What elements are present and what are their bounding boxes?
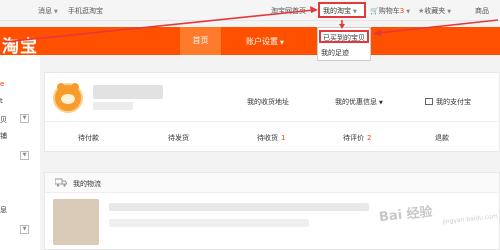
nav-account-settings[interactable]: 账户设置 ▼ [246, 36, 284, 47]
address-link[interactable]: 我的收货地址 [247, 97, 289, 107]
order-status-to-receive[interactable]: 待收货 1 [257, 133, 285, 143]
sidebar-item[interactable]: 铺 [0, 131, 7, 141]
logistics-header: 我的物流 [45, 173, 499, 193]
header: 淘宝 首页 账户设置▼ 消息 [0, 27, 500, 57]
favorites-link[interactable]: ★收藏夹 ▼ [418, 6, 451, 16]
logistics-title: 我的物流 [73, 180, 101, 188]
chevron-down-icon: ▼ [406, 9, 411, 15]
sidebar: e t 贝 ▼ 铺 ▼ 息 ▼ [0, 55, 40, 250]
mobile-link[interactable]: 手机逛淘宝 [68, 6, 103, 16]
taobao-home-link[interactable]: 淘宝网首页 [271, 6, 306, 16]
merchants-link[interactable]: 商品 [475, 6, 489, 16]
sidebar-item[interactable]: e [0, 80, 4, 88]
top-bar: 消息 ▼ 手机逛淘宝 淘宝网首页 我的淘宝 ▼ 🛒购物车3 ▼ ★收藏夹 ▼ 商品 [0, 0, 500, 21]
my-taobao-button[interactable]: 我的淘宝 ▼ [318, 2, 366, 18]
chevron-down-icon: ▼ [353, 9, 357, 15]
sidebar-item[interactable]: t [0, 97, 3, 105]
username-blurred [93, 85, 163, 99]
sidebar-item[interactable]: 息 [0, 205, 7, 215]
account-info-blurred [93, 102, 133, 110]
logistics-info-blurred [109, 219, 309, 227]
sidebar-item[interactable]: 贝 [0, 115, 7, 125]
dropdown-item-footprints[interactable]: 我的足迹 [321, 48, 349, 58]
order-status-refund[interactable]: 退款 [435, 133, 452, 143]
order-status-pending-payment[interactable]: 待付款 [78, 133, 102, 143]
product-thumbnail[interactable] [53, 199, 99, 245]
profile-card: 我的收货地址 我的优惠信息 ▼ 我的支付宝 待付款 待发货 待收货 1 待评价 2 退… [44, 72, 500, 152]
truck-icon [55, 178, 67, 187]
logistics-info-blurred [109, 203, 369, 211]
alipay-link[interactable]: 我的支付宝 [425, 97, 471, 107]
cart-icon: 🛒 [370, 7, 379, 15]
chevron-down-icon: ▼ [447, 9, 452, 15]
dropdown-item-purchased[interactable]: 已买到的宝贝 [319, 30, 369, 43]
avatar[interactable] [53, 83, 83, 113]
alipay-icon [425, 98, 433, 105]
coupons-link[interactable]: 我的优惠信息 ▼ [335, 97, 383, 107]
expand-toggle-icon[interactable]: ▼ [20, 225, 29, 234]
expand-toggle-icon[interactable]: ▼ [20, 114, 29, 123]
order-status-to-ship[interactable]: 待发货 [168, 133, 192, 143]
my-taobao-dropdown: 已买到的宝贝 我的足迹 [317, 27, 371, 61]
chevron-down-icon: ▼ [280, 40, 284, 46]
order-status-to-review[interactable]: 待评价 2 [343, 133, 371, 143]
taobao-logo[interactable]: 淘宝 [2, 32, 38, 57]
divider [45, 121, 499, 122]
messages-link[interactable]: 消息 ▼ [38, 6, 58, 16]
chevron-down-icon: ▼ [54, 9, 58, 15]
cart-link[interactable]: 🛒购物车3 ▼ [370, 6, 410, 16]
nav-home[interactable]: 首页 [180, 27, 221, 55]
expand-toggle-icon[interactable]: ▼ [20, 151, 29, 160]
chevron-down-icon: ▼ [379, 100, 383, 106]
